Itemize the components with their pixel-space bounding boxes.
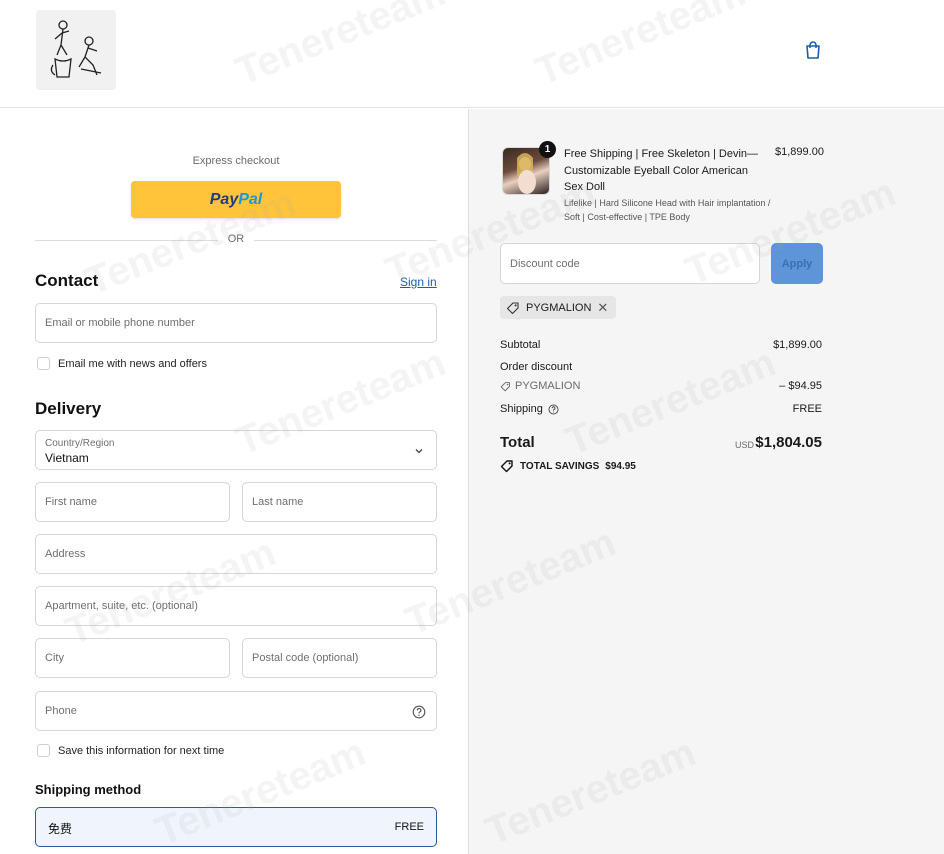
contact-heading: Contact: [35, 271, 99, 290]
subtotal-value: $1,899.00: [773, 339, 822, 351]
shipping-option-name: 免费: [48, 822, 73, 836]
checkout-form: Express checkout Pay Pal OR Contact Sign …: [0, 109, 468, 854]
discount-code-placeholder: Discount code: [510, 258, 580, 270]
shipping-option[interactable]: 免费 FREE: [35, 807, 437, 847]
country-value: Vietnam: [45, 451, 89, 465]
sign-in-link[interactable]: Sign in: [400, 275, 437, 289]
remove-discount-icon[interactable]: ✕: [597, 300, 608, 316]
last-name-field[interactable]: Last name: [242, 482, 437, 522]
tag-icon: [500, 381, 510, 391]
email-field[interactable]: Email or mobile phone number: [35, 303, 437, 343]
currency-code: USD: [735, 440, 755, 450]
total-savings-value: $94.95: [605, 460, 636, 472]
shipping-method-heading: Shipping method: [35, 782, 142, 797]
quantity-badge: 1: [539, 141, 556, 158]
phone-field[interactable]: Phone: [35, 691, 437, 731]
paypal-button[interactable]: Pay Pal: [131, 181, 341, 218]
first-name-placeholder: First name: [45, 496, 97, 508]
paypal-logo-part1: Pay: [209, 190, 239, 208]
product-title: Free Shipping | Free Skeleton | Devin—Cu…: [564, 148, 759, 193]
discount-code-name: PYGMALION: [515, 380, 581, 392]
save-info-label: Save this information for next time: [58, 745, 225, 757]
address-field[interactable]: Address: [35, 534, 437, 574]
site-header: [0, 0, 944, 108]
total-savings-label: TOTAL SAVINGS: [520, 460, 600, 472]
delivery-heading: Delivery: [35, 399, 102, 418]
discount-code-field[interactable]: Discount code: [500, 243, 760, 284]
subtotal-label: Subtotal: [500, 339, 541, 351]
shipping-value: FREE: [792, 403, 822, 415]
or-separator: OR: [218, 233, 254, 245]
tag-icon: [506, 301, 519, 314]
shipping-label: Shipping: [500, 403, 543, 415]
store-logo[interactable]: [36, 10, 116, 90]
city-placeholder: City: [45, 652, 64, 664]
shopping-bag-icon[interactable]: [803, 40, 823, 60]
discount-code-row: PYGMALION: [500, 380, 580, 392]
discount-value: – $94.95: [779, 380, 822, 392]
help-circle-icon[interactable]: [548, 403, 559, 415]
chevron-down-icon: [415, 449, 423, 454]
email-placeholder: Email or mobile phone number: [45, 317, 195, 329]
shipping-option-price: FREE: [394, 821, 424, 833]
total-label: Total: [500, 434, 535, 451]
applied-discount-chip: PYGMALION ✕: [500, 296, 617, 319]
first-name-field[interactable]: First name: [35, 482, 230, 522]
address-placeholder: Address: [45, 548, 86, 560]
product-variant: Lifelike | Hard Silicone Head with Hair …: [564, 198, 771, 222]
product-price: $1,899.00: [775, 146, 824, 158]
help-circle-icon[interactable]: [412, 705, 426, 719]
apply-button[interactable]: Apply: [771, 243, 823, 284]
express-checkout-label: Express checkout: [192, 155, 280, 167]
order-summary: 1 Free Shipping | Free Skeleton | Devin—…: [468, 109, 944, 854]
last-name-placeholder: Last name: [252, 496, 304, 508]
postal-code-field[interactable]: Postal code (optional): [242, 638, 437, 678]
total-value: $1,804.05: [755, 434, 822, 451]
country-label: Country/Region: [45, 438, 115, 449]
paypal-logo-part2: Pal: [238, 190, 263, 208]
country-select[interactable]: Country/Region Vietnam: [35, 430, 437, 470]
news-offers-checkbox[interactable]: [37, 357, 50, 370]
applied-discount-code: PYGMALION: [526, 301, 592, 314]
news-offers-label: Email me with news and offers: [58, 358, 207, 370]
save-info-checkbox[interactable]: [37, 744, 50, 757]
order-discount-label: Order discount: [500, 361, 573, 373]
apartment-field[interactable]: Apartment, suite, etc. (optional): [35, 586, 437, 626]
illustrated-figures-logo-icon: [50, 20, 102, 78]
total-savings: TOTAL SAVINGS $94.95: [500, 459, 636, 473]
city-field[interactable]: City: [35, 638, 230, 678]
apartment-placeholder: Apartment, suite, etc. (optional): [45, 600, 198, 612]
shipping-row: Shipping: [500, 403, 559, 415]
phone-placeholder: Phone: [45, 705, 77, 717]
postal-code-placeholder: Postal code (optional): [252, 652, 359, 664]
savings-tag-icon: [500, 460, 513, 473]
